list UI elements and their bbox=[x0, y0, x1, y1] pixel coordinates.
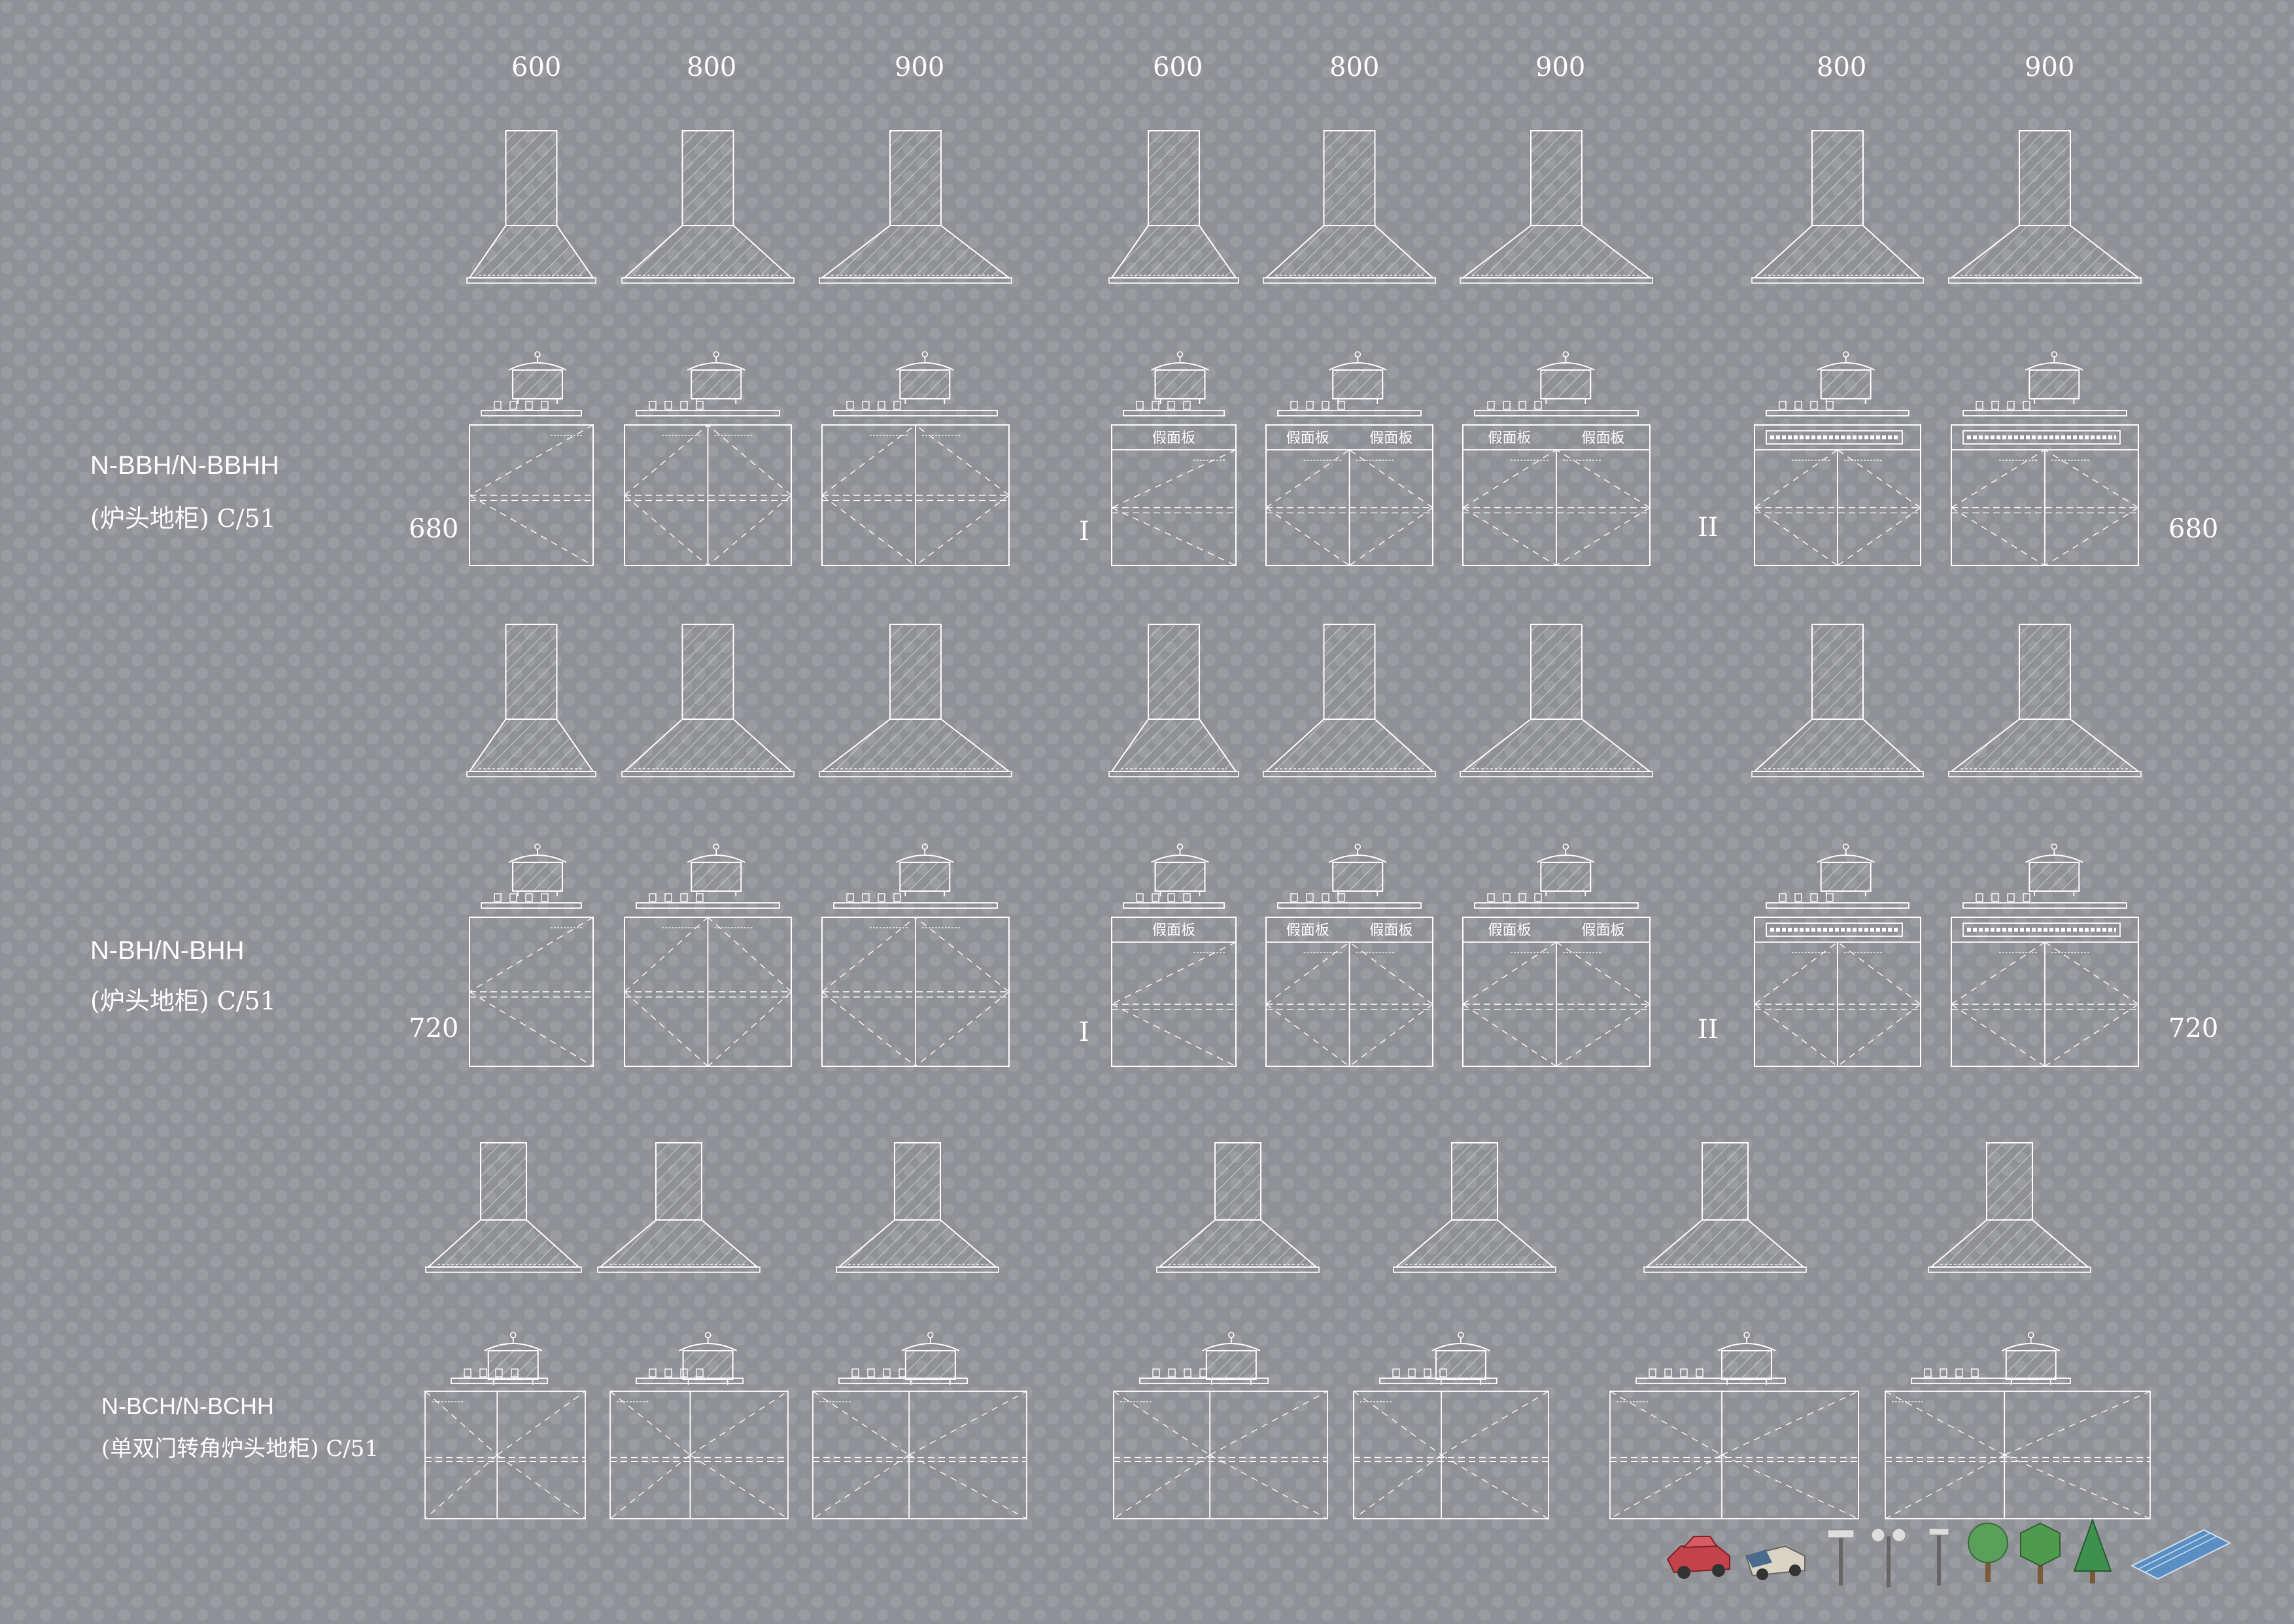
width-label: 800 bbox=[1817, 52, 1867, 82]
row-description: (炉头地柜) C/51 bbox=[90, 987, 276, 1015]
cube-tree-icon bbox=[2020, 1522, 2061, 1584]
width-label: 900 bbox=[1535, 52, 1586, 82]
street-lamp-double-icon bbox=[1871, 1528, 1906, 1587]
drawing-canvas: 假面板 假面板 假面板 假面板 假面板 假面板 假面板 假面板 假面板 假面板 600 800 9… bbox=[0, 0, 2294, 1621]
width-label: 800 bbox=[1329, 52, 1380, 82]
height-label: 680 bbox=[409, 514, 459, 544]
group-marker: II bbox=[1698, 1015, 1719, 1045]
row-title: N-BH/N-BHH bbox=[90, 936, 245, 965]
fake-panel-label: 假面板 bbox=[1152, 922, 1195, 939]
truck-icon bbox=[1745, 1545, 1806, 1580]
icon-strip bbox=[1666, 1518, 2232, 1587]
height-label: 720 bbox=[409, 1013, 459, 1043]
row-title: N-BCH/N-BCHH bbox=[101, 1393, 274, 1419]
street-lamp-icon bbox=[1928, 1528, 1949, 1585]
group-marker: I bbox=[1079, 1017, 1089, 1047]
height-label: 680 bbox=[2168, 514, 2219, 544]
fake-panel-label: 假面板 bbox=[1488, 922, 1531, 939]
fake-panel-label: 假面板 bbox=[1369, 430, 1412, 447]
car-red-icon bbox=[1666, 1536, 1730, 1579]
row-description: (炉头地柜) C/51 bbox=[90, 504, 276, 533]
solar-panel-icon bbox=[2130, 1529, 2232, 1580]
fake-panel-label: 假面板 bbox=[1581, 922, 1624, 939]
conifer-tree-icon bbox=[2073, 1518, 2112, 1583]
width-label: 600 bbox=[511, 52, 562, 82]
fake-panel-label: 假面板 bbox=[1152, 430, 1195, 447]
fake-panel-label: 假面板 bbox=[1581, 430, 1624, 447]
group-marker: I bbox=[1079, 516, 1089, 547]
group-marker: II bbox=[1698, 513, 1719, 543]
street-lamp-icon bbox=[1827, 1529, 1855, 1585]
width-label: 900 bbox=[2025, 52, 2075, 82]
fake-panel-label: 假面板 bbox=[1286, 922, 1329, 939]
width-label: 600 bbox=[1153, 52, 1203, 82]
width-label: 800 bbox=[687, 52, 737, 82]
row-title: N-BBH/N-BBHH bbox=[90, 451, 279, 480]
fake-panel-label: 假面板 bbox=[1369, 922, 1412, 939]
elevation-drawing: 假面板 假面板 假面板 假面板 假面板假面板 假面板 假面板 假面板 假面板 bbox=[0, 0, 2294, 1621]
width-label: 900 bbox=[895, 52, 945, 82]
row-description: (单双门转角炉头地柜) C/51 bbox=[101, 1436, 379, 1462]
fake-panel-label: 假面板 bbox=[1488, 430, 1531, 447]
round-tree-icon bbox=[1968, 1523, 2008, 1582]
fake-panel-label: 假面板 bbox=[1286, 430, 1329, 447]
height-label: 720 bbox=[2168, 1013, 2219, 1043]
